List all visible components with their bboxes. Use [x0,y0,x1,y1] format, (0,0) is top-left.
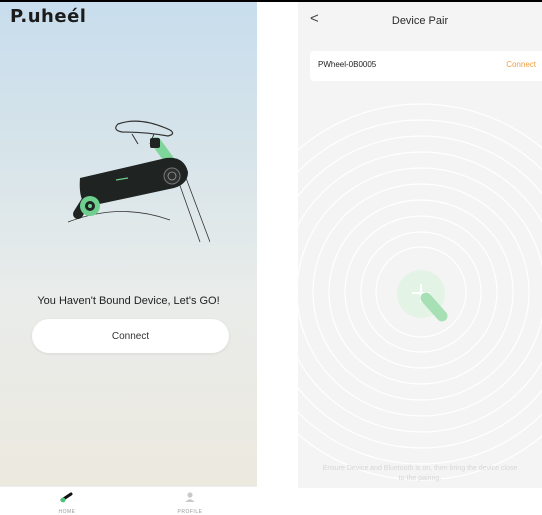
tab-home[interactable]: HOME [37,490,97,515]
connect-button[interactable]: Connect [32,319,229,353]
device-list-item[interactable]: PWheel-0B0005 Connect [310,51,542,81]
pairing-hint-line1: Ensure Device and Bluetooth is on, then … [322,465,518,472]
user-icon [185,492,195,502]
pairing-hint: Ensure Device and Bluetooth is on, then … [298,464,542,484]
tab-profile-label: PROFILE [177,509,203,515]
tab-profile[interactable]: PROFILE [160,490,220,515]
pairing-icon [397,270,448,322]
connect-button-label: Connect [111,330,150,342]
radar-rings [298,103,542,481]
bike-device-illustration [67,120,210,243]
brand-logo: P.uheél [10,6,87,27]
page-title: Device Pair [391,15,449,27]
tab-home-label: HOME [58,509,76,515]
empty-state-message: You Haven't Bound Device, Let's GO! [37,295,220,307]
device-name: PWheel-0B0005 [318,60,377,69]
pairing-hint-line2: to the pairing. [398,475,442,482]
device-pair-screen: < Device Pair PWheel-0B0005 Connect Ensu… [298,2,542,488]
home-screen: P.uheél You Haven't Bound Device, Let's… [0,2,257,515]
bottom-tab-bar: HOME PROFILE [0,486,257,515]
device-connect-button[interactable]: Connect [506,60,536,69]
nav-bar: < Device Pair [298,2,542,42]
bike-icon [60,492,73,503]
